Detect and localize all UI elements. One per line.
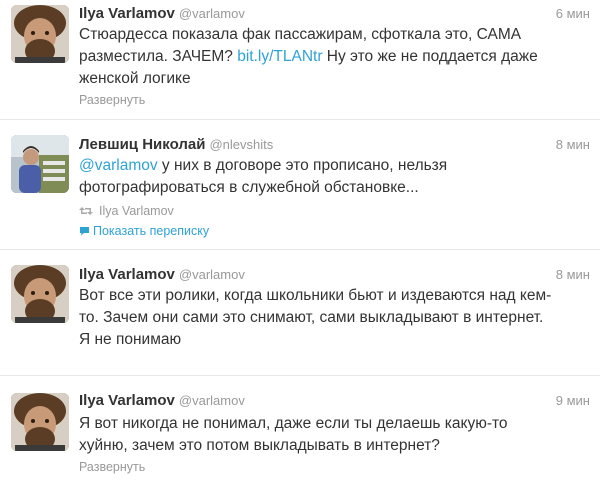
- author-handle[interactable]: @varlamov: [179, 393, 245, 408]
- tweet[interactable]: Ilya Varlamov @varlamov 8 мин Вот все эти…: [0, 250, 600, 376]
- mention-link[interactable]: @varlamov: [79, 157, 158, 174]
- speech-bubble-icon: [79, 224, 90, 240]
- author-name[interactable]: Ilya Varlamov @varlamov: [79, 266, 245, 284]
- show-conversation-link[interactable]: Показать переписку: [79, 223, 209, 240]
- tweet-text: Стюардесса показала фак пассажирам, сфот…: [79, 24, 594, 90]
- show-conversation-label[interactable]: Показать переписку: [93, 224, 209, 238]
- avatar[interactable]: [11, 5, 69, 63]
- retweeted-by: Ilya Varlamov: [79, 203, 174, 220]
- author-name[interactable]: Левшиц Николай @nlevshits: [79, 136, 273, 154]
- tweet-text: Я вот никогда не понимал, даже если ты д…: [79, 415, 508, 454]
- author-name[interactable]: Ilya Varlamov @varlamov: [79, 392, 245, 410]
- tweet-link[interactable]: bit.ly/TLANtr: [237, 48, 322, 65]
- tweet-timestamp[interactable]: 6 мин: [556, 5, 590, 23]
- author-display-name[interactable]: Ilya Varlamov: [79, 392, 175, 409]
- expand-link[interactable]: Развернуть: [79, 459, 145, 475]
- avatar[interactable]: [11, 135, 69, 193]
- author-handle[interactable]: @varlamov: [179, 267, 245, 282]
- author-handle[interactable]: @nlevshits: [209, 137, 273, 152]
- tweet[interactable]: Ilya Varlamov @varlamov 9 мин Я вот никог…: [0, 376, 600, 484]
- tweet-timestamp[interactable]: 8 мин: [556, 266, 590, 284]
- tweet-text: Вот все эти ролики, когда школьники бьют…: [79, 287, 552, 348]
- retweet-icon: [79, 204, 93, 220]
- retweeter-name[interactable]: Ilya Varlamov: [99, 204, 174, 218]
- avatar[interactable]: [11, 393, 69, 451]
- tweet-timestamp[interactable]: 8 мин: [556, 136, 590, 154]
- expand-link[interactable]: Развернуть: [79, 92, 145, 108]
- author-name[interactable]: Ilya Varlamov @varlamov: [79, 5, 245, 23]
- author-handle[interactable]: @varlamov: [179, 6, 245, 21]
- tweet[interactable]: Левшиц Николай @nlevshits 8 мин @varlamov…: [0, 120, 600, 250]
- tweet[interactable]: Ilya Varlamov @varlamov 6 мин Стюардесса …: [0, 0, 600, 120]
- tweet-timestamp[interactable]: 9 мин: [556, 392, 590, 410]
- author-display-name[interactable]: Левшиц Николай: [79, 136, 205, 153]
- tweet-text: @varlamov у них в договоре это прописано…: [79, 155, 594, 199]
- author-display-name[interactable]: Ilya Varlamov: [79, 266, 175, 283]
- author-display-name[interactable]: Ilya Varlamov: [79, 5, 175, 22]
- tweet-timeline: Ilya Varlamov @varlamov 6 мин Стюардесса …: [0, 0, 600, 484]
- avatar[interactable]: [11, 265, 69, 323]
